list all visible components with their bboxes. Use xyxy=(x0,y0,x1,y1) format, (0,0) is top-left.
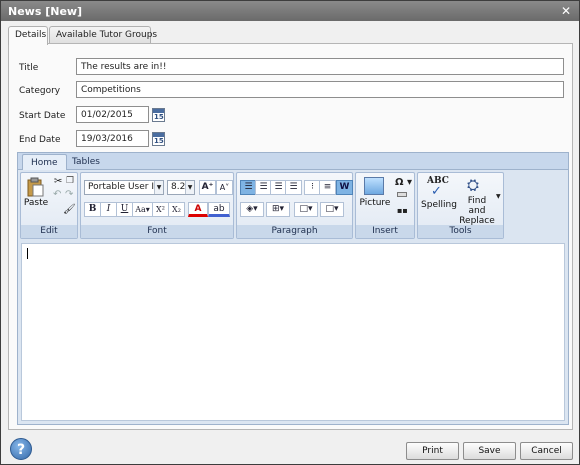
table-borders-icon[interactable]: □▾ xyxy=(294,202,318,217)
shrink-font-button[interactable]: A˅ xyxy=(216,180,233,195)
highlight-color-icon[interactable]: ab xyxy=(208,202,230,217)
symbol-button[interactable]: Ω ▾ xyxy=(395,177,412,188)
ribbon-group-tools: ABC ✓ Spelling ⛭ Find and Replace ▼ Tools xyxy=(417,172,504,239)
group-label-edit: Edit xyxy=(21,225,77,238)
box-icon[interactable]: □▾ xyxy=(320,202,344,217)
font-color-button[interactable]: A xyxy=(188,202,208,217)
help-icon[interactable]: ? xyxy=(10,438,32,460)
tab-details[interactable]: Details xyxy=(8,26,48,45)
cut-icon[interactable]: ✂ xyxy=(54,176,62,187)
category-field[interactable]: Competitions xyxy=(76,81,564,98)
calendar-icon[interactable]: 15 xyxy=(152,132,165,146)
text-caret xyxy=(27,248,28,259)
font-name-dropdown[interactable]: Portable User In ▼ xyxy=(84,180,164,195)
ribbon-tab-home[interactable]: Home xyxy=(22,154,67,170)
ribbon-group-edit: Paste ✂ ❐ ↶ ↷ 🖌 Edit xyxy=(20,172,78,239)
tab-available-tutor-groups[interactable]: Available Tutor Groups xyxy=(49,26,157,44)
editor-content-area[interactable] xyxy=(21,243,565,421)
shading-icon[interactable]: ◈▾ xyxy=(240,202,264,217)
redo-icon[interactable]: ↷ xyxy=(65,189,73,200)
numbered-list-icon[interactable]: ≡ xyxy=(319,180,336,195)
group-label-tools: Tools xyxy=(418,225,503,238)
find-replace-button[interactable]: Find and Replace xyxy=(458,196,496,226)
start-date-field[interactable]: 01/02/2015 xyxy=(76,106,149,123)
ribbon-group-insert: Picture Ω ▾ ▪▪ Insert xyxy=(355,172,415,239)
justify-icon[interactable]: ☰ xyxy=(285,180,302,195)
calendar-icon[interactable]: 15 xyxy=(152,108,165,122)
end-date-field[interactable]: 19/03/2016 xyxy=(76,130,149,147)
category-label: Category xyxy=(19,86,61,96)
borders-icon[interactable]: ⊞▾ xyxy=(266,202,290,217)
print-button[interactable]: Print xyxy=(406,442,459,460)
close-icon[interactable]: ✕ xyxy=(559,4,573,18)
check-icon: ✓ xyxy=(431,184,442,199)
paste-icon[interactable] xyxy=(26,177,44,197)
underline-button[interactable]: U xyxy=(116,202,133,217)
format-painter-icon[interactable]: 🖌 xyxy=(63,204,76,215)
undo-icon[interactable]: ↶ xyxy=(53,189,61,200)
title-bar: News [New] ✕ xyxy=(1,1,579,21)
paste-button[interactable]: Paste xyxy=(23,198,49,208)
italic-button[interactable]: I xyxy=(100,202,117,217)
grow-font-button[interactable]: A⁺ xyxy=(199,180,216,195)
ribbon-group-font: Portable User In ▼ 8.2 ▼ A⁺ A˅ B I U Aa▾ X… xyxy=(80,172,234,239)
chevron-down-icon: ▼ xyxy=(154,181,163,194)
ribbon-group-paragraph: ☰ ☰ ☰ ☰ ⁝ ≡ W ◈▾ ⊞▾ □▾ □▾ Paragraph xyxy=(236,172,353,239)
title-label: Title xyxy=(19,63,39,73)
chevron-down-icon[interactable]: ▼ xyxy=(496,193,501,200)
title-field[interactable]: The results are in!! xyxy=(76,58,564,75)
end-date-label: End Date xyxy=(19,135,61,145)
window-title: News [New] xyxy=(8,5,83,18)
group-label-paragraph: Paragraph xyxy=(237,225,352,238)
subscript-button[interactable]: X₂ xyxy=(168,202,185,217)
bold-button[interactable]: B xyxy=(84,202,101,217)
ribbon-tab-tables[interactable]: Tables xyxy=(64,154,108,170)
font-size-dropdown[interactable]: 8.2 ▼ xyxy=(167,180,195,195)
picture-button[interactable]: Picture xyxy=(358,198,392,208)
chevron-down-icon: ▼ xyxy=(185,181,194,194)
picture-icon[interactable] xyxy=(364,177,384,195)
ribbon-tabs: Home Tables xyxy=(18,153,568,170)
show-formatting-button[interactable]: W xyxy=(336,180,353,195)
superscript-button[interactable]: X² xyxy=(152,202,169,217)
start-date-label: Start Date xyxy=(19,111,66,121)
bookmark-icon[interactable]: ▪▪ xyxy=(397,206,408,215)
change-case-button[interactable]: Aa▾ xyxy=(132,202,153,217)
cancel-button[interactable]: Cancel xyxy=(520,442,573,460)
save-button[interactable]: Save xyxy=(463,442,516,460)
details-panel: Title The results are in!! Category Comp… xyxy=(8,43,573,430)
news-dialog: News [New] ✕ Details Available Tutor Gro… xyxy=(0,0,580,465)
hyperlink-icon[interactable] xyxy=(397,192,407,197)
spelling-button[interactable]: Spelling xyxy=(421,200,457,210)
group-label-insert: Insert xyxy=(356,225,414,238)
copy-icon[interactable]: ❐ xyxy=(66,176,74,186)
binoculars-icon[interactable]: ⛭ xyxy=(467,176,479,194)
rich-text-editor: Home Tables Paste ✂ ❐ ↶ ↷ 🖌 Edit Portabl… xyxy=(17,152,569,425)
group-label-font: Font xyxy=(81,225,233,238)
